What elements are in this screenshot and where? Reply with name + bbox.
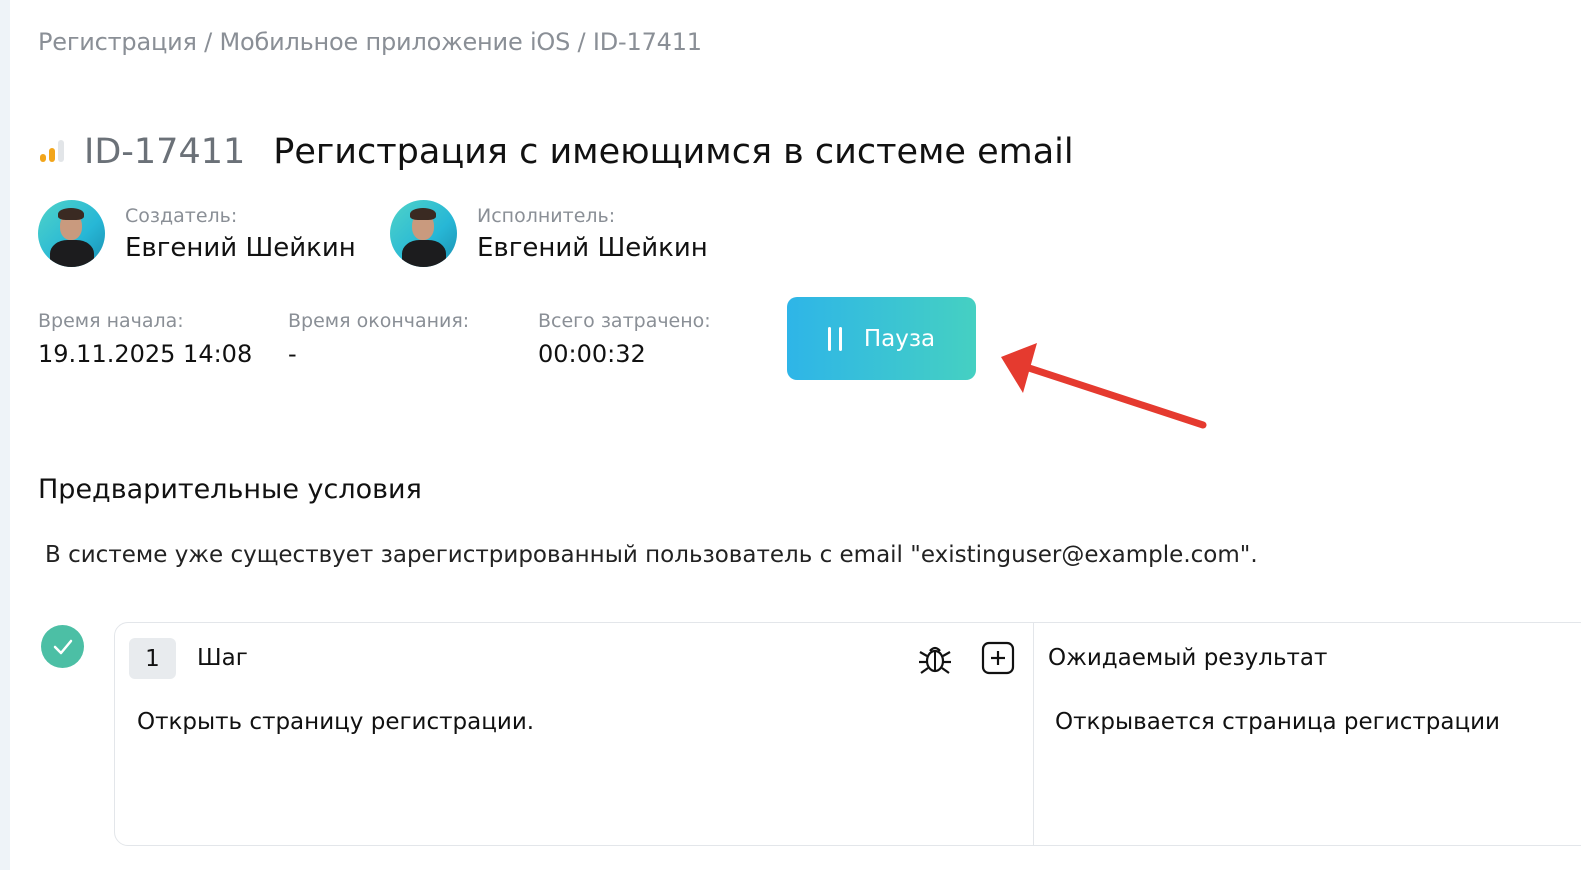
breadcrumb[interactable]: Регистрация / Мобильное приложение iOS /… xyxy=(38,28,702,56)
step-passed-check-icon[interactable] xyxy=(41,625,84,668)
start-time-label: Время начала: xyxy=(38,310,184,332)
add-step-icon[interactable] xyxy=(981,641,1015,675)
creator-avatar xyxy=(38,200,105,267)
step-card: 1 Шаг Открыть страницу регистрации. Ожид… xyxy=(114,622,1581,846)
creator-label: Создатель: xyxy=(125,204,238,227)
task-title: Регистрация с имеющимся в системе email xyxy=(273,132,1074,172)
creator-name: Евгений Шейкин xyxy=(125,232,356,263)
pause-icon xyxy=(827,326,842,351)
annotation-arrow-icon xyxy=(1001,343,1207,429)
assignee-avatar xyxy=(390,200,457,267)
assignee: Исполнитель: Евгений Шейкин xyxy=(390,200,708,267)
preconditions-title: Предварительные условия xyxy=(38,474,422,505)
assignee-label: Исполнитель: xyxy=(477,204,616,227)
total-time: Всего затрачено: 00:00:32 xyxy=(538,310,711,368)
total-time-value: 00:00:32 xyxy=(538,340,646,368)
end-time-label: Время окончания: xyxy=(288,310,470,332)
left-edge-strip xyxy=(0,0,10,870)
step-text[interactable]: Открыть страницу регистрации. xyxy=(137,709,534,735)
step-number: 1 xyxy=(129,638,176,679)
preconditions-text: В системе уже существует зарегистрирован… xyxy=(45,542,1258,568)
creator: Создатель: Евгений Шейкин xyxy=(38,200,356,267)
expected-result-text[interactable]: Открывается страница регистрации xyxy=(1055,709,1500,735)
pause-button[interactable]: Пауза xyxy=(787,297,976,380)
step-label: Шаг xyxy=(197,645,248,671)
start-time: Время начала: 19.11.2025 14:08 xyxy=(38,310,252,368)
end-time-value: - xyxy=(288,340,297,368)
expected-result-label: Ожидаемый результат xyxy=(1048,645,1328,671)
start-time-value: 19.11.2025 14:08 xyxy=(38,340,253,368)
step-column: 1 Шаг Открыть страницу регистрации. xyxy=(115,623,1034,845)
task-id: ID-17411 xyxy=(84,132,246,172)
task-header: ID-17411 Регистрация с имеющимся в систе… xyxy=(38,132,1074,172)
assignee-name: Евгений Шейкин xyxy=(477,232,708,263)
priority-bars-icon xyxy=(38,138,68,166)
bug-icon[interactable] xyxy=(917,640,953,676)
pause-button-label: Пауза xyxy=(863,325,936,352)
total-time-label: Всего затрачено: xyxy=(538,310,711,332)
end-time: Время окончания: - xyxy=(288,310,469,368)
